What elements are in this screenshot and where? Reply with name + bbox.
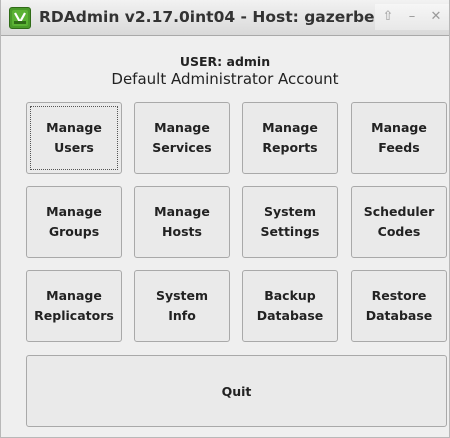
rdadmin-logo-icon (12, 10, 28, 26)
system-info-button[interactable]: System Info (134, 270, 230, 342)
button-label-line2: Database (365, 308, 433, 323)
button-label-line1: System (155, 288, 209, 303)
button-label-line1: Restore (371, 288, 427, 303)
manage-reports-button[interactable]: Manage Reports (242, 102, 338, 174)
button-label-line1: Scheduler (363, 204, 435, 219)
user-label: USER: admin (179, 54, 271, 69)
manage-services-button[interactable]: Manage Services (134, 102, 230, 174)
system-settings-button[interactable]: System Settings (242, 186, 338, 258)
account-description: Default Administrator Account (111, 70, 339, 88)
close-icon[interactable]: ✕ (425, 4, 447, 30)
scheduler-codes-button[interactable]: Scheduler Codes (351, 186, 447, 258)
focus-ring (30, 106, 118, 170)
window-controls: ⇧ – ✕ (375, 4, 449, 30)
button-label-line2: Feeds (378, 140, 420, 155)
button-label-line1: Manage (371, 120, 427, 135)
button-label-line2: Database (256, 308, 324, 323)
shade-icon[interactable]: ⇧ (377, 4, 399, 30)
button-label-line2: Info (168, 308, 196, 323)
app-icon (9, 7, 31, 29)
button-label-line1: Manage (154, 204, 210, 219)
button-label-line1: Manage (262, 120, 318, 135)
button-label-line1: Backup (264, 288, 316, 303)
button-label-line1: Manage (154, 120, 210, 135)
minimize-icon[interactable]: – (401, 4, 423, 30)
button-label-line2: Codes (377, 224, 421, 239)
manage-hosts-button[interactable]: Manage Hosts (134, 186, 230, 258)
button-label-line1: System (263, 204, 317, 219)
manage-users-button[interactable]: Manage Users (26, 102, 122, 174)
manage-groups-button[interactable]: Manage Groups (26, 186, 122, 258)
button-label-line2: Reports (262, 140, 318, 155)
title-bar[interactable]: RDAdmin v2.17.0int04 - Host: gazerbeam ⇧… (1, 0, 449, 36)
button-label-line2: Groups (48, 224, 100, 239)
button-label-line1: Manage (46, 204, 102, 219)
manage-feeds-button[interactable]: Manage Feeds (351, 102, 447, 174)
quit-label: Quit (221, 383, 252, 399)
button-label-line2: Hosts (162, 224, 202, 239)
manage-replicators-button[interactable]: Manage Replicators (26, 270, 122, 342)
window-title: RDAdmin v2.17.0int04 - Host: gazerbeam (39, 8, 375, 26)
quit-button[interactable]: Quit (26, 355, 447, 427)
button-label-line2: Replicators (34, 308, 114, 323)
button-label-line2: Services (152, 140, 212, 155)
button-label-line1: Manage (46, 288, 102, 303)
rdadmin-window: RDAdmin v2.17.0int04 - Host: gazerbeam ⇧… (0, 0, 450, 438)
backup-database-button[interactable]: Backup Database (242, 270, 338, 342)
button-label-line2: Settings (260, 224, 320, 239)
restore-database-button[interactable]: Restore Database (351, 270, 447, 342)
